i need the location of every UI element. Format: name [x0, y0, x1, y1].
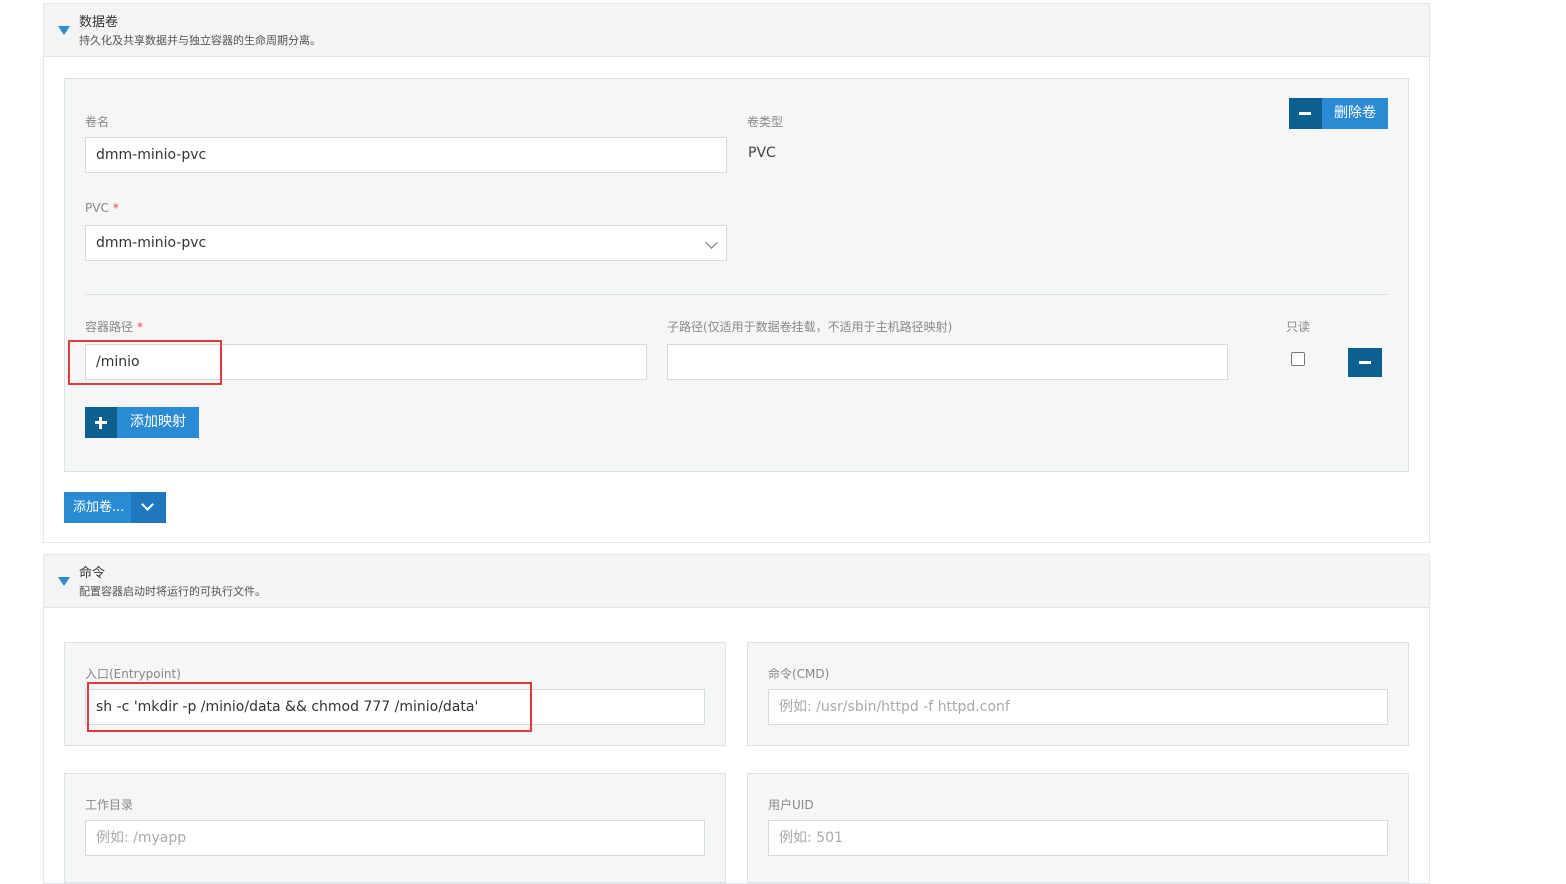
remove-volume-button[interactable]: 删除卷	[1289, 98, 1388, 129]
volumes-section-header[interactable]: 数据卷 持久化及共享数据并与独立容器的生命周期分离。	[44, 4, 1429, 57]
mount-path-label: 容器路径 *	[85, 320, 144, 334]
required-mark: *	[112, 201, 119, 215]
minus-icon	[1359, 361, 1371, 364]
volumes-section-title: 数据卷	[79, 15, 119, 30]
cmd-input[interactable]: 例如: /usr/sbin/httpd -f httpd.conf	[768, 689, 1388, 725]
uid-input[interactable]: 例如: 501	[768, 820, 1388, 856]
cmd-label: 命令(CMD)	[768, 667, 830, 681]
read-only-checkbox[interactable]	[1291, 352, 1305, 366]
add-volume-dropdown-button[interactable]: 添加卷...	[64, 492, 166, 523]
chevron-down-icon	[705, 236, 718, 249]
volume-type-label: 卷类型	[747, 115, 784, 129]
add-mapping-label: 添加映射	[117, 407, 199, 438]
plus-icon	[85, 407, 117, 438]
volume-type-value: PVC	[748, 145, 776, 161]
workdir-input[interactable]: 例如: /myapp	[85, 820, 705, 856]
collapse-caret-icon[interactable]	[58, 577, 70, 586]
entrypoint-label: 入口(Entrypoint)	[85, 667, 181, 681]
command-section-header[interactable]: 命令 配置容器启动时将运行的可执行文件。	[44, 555, 1429, 608]
panel-divider	[85, 294, 1388, 295]
uid-label: 用户UID	[768, 798, 814, 812]
mount-path-input[interactable]: /minio	[85, 344, 647, 380]
sub-path-input[interactable]	[667, 344, 1228, 380]
remove-volume-label: 删除卷	[1322, 98, 1388, 129]
required-mark: *	[137, 320, 144, 334]
volumes-section-description: 持久化及共享数据并与独立容器的生命周期分离。	[79, 34, 321, 47]
workdir-label: 工作目录	[85, 798, 134, 812]
volume-name-label: 卷名	[85, 115, 110, 129]
add-volume-label: 添加卷...	[64, 492, 131, 523]
read-only-label: 只读	[1286, 320, 1311, 334]
minus-icon	[1289, 98, 1322, 129]
volume-name-input[interactable]: dmm-minio-pvc	[85, 137, 727, 173]
remove-mapping-button[interactable]	[1348, 348, 1382, 377]
collapse-caret-icon[interactable]	[58, 26, 70, 35]
pvc-label: PVC *	[85, 201, 119, 215]
volumes-section: 数据卷 持久化及共享数据并与独立容器的生命周期分离。	[43, 3, 1430, 543]
command-section-title: 命令	[79, 566, 106, 581]
command-section-description: 配置容器启动时将运行的可执行文件。	[79, 585, 266, 598]
pvc-select[interactable]: dmm-minio-pvc	[85, 225, 727, 261]
chevron-down-icon	[131, 492, 166, 523]
sub-path-label: 子路径(仅适用于数据卷挂载，不适用于主机路径映射)	[667, 320, 953, 334]
add-mapping-button[interactable]: 添加映射	[85, 407, 199, 438]
entrypoint-input[interactable]: sh -c 'mkdir -p /minio/data && chmod 777…	[85, 689, 705, 725]
